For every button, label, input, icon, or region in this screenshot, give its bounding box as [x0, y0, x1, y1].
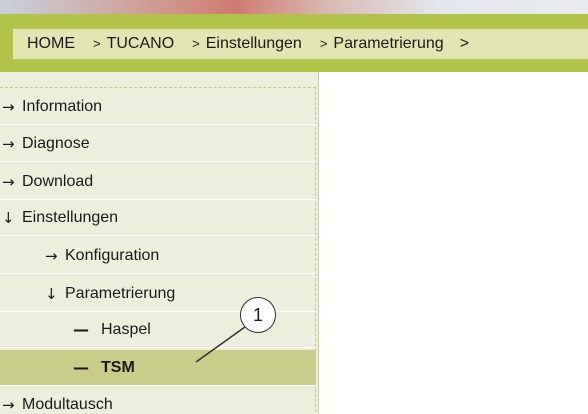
callout-number: 1: [252, 304, 263, 325]
callout-number-badge: 1: [240, 297, 276, 333]
page: HOME > TUCANO > Einstellungen > Parametrier…: [0, 0, 588, 414]
callout-leader-line: [195, 326, 246, 363]
